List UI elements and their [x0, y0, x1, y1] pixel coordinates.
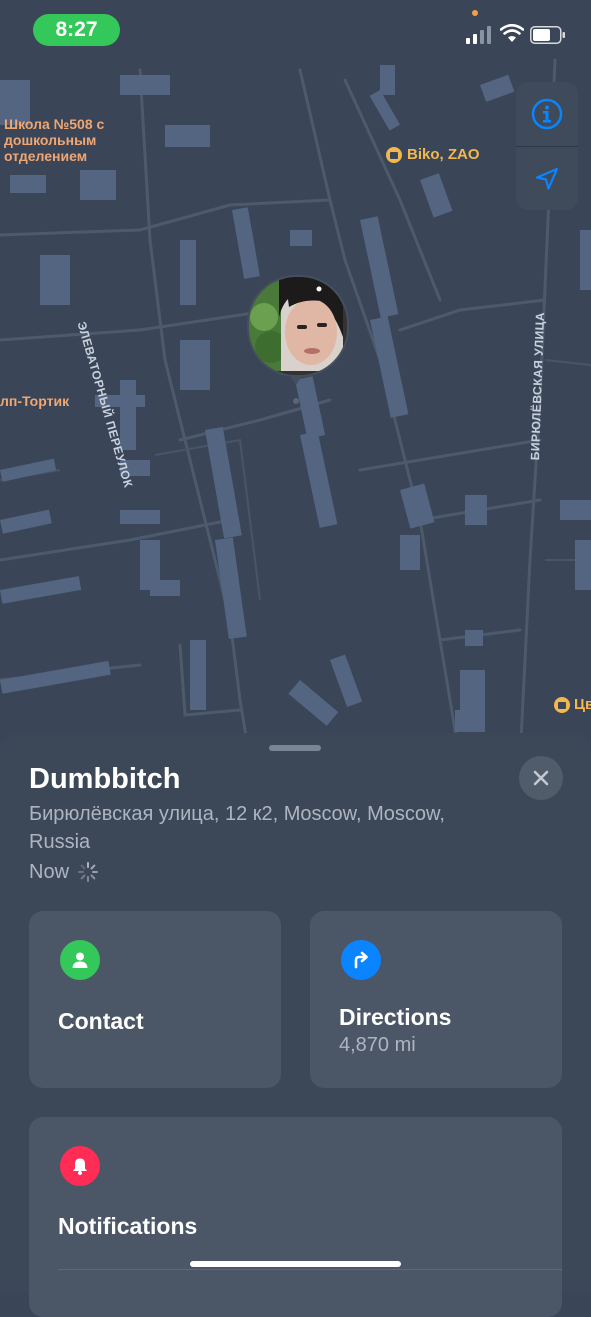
notifications-card[interactable]: Notifications [29, 1117, 562, 1317]
directions-icon-badge [341, 940, 381, 980]
sheet-grabber[interactable] [269, 745, 321, 751]
person-address: Бирюлёвская улица, 12 к2, Moscow, Moscow… [29, 803, 445, 853]
contact-label: Contact [58, 1008, 144, 1034]
bell-icon [73, 1158, 87, 1175]
home-indicator[interactable] [190, 1261, 401, 1267]
person-icon [72, 952, 88, 968]
location-arrow-icon [535, 167, 559, 190]
person-location-pin[interactable] [247, 275, 349, 385]
directions-distance: 4,870 mi [339, 1034, 416, 1056]
privacy-indicator-dot [472, 10, 478, 16]
close-icon [533, 770, 549, 786]
poi-right[interactable]: Цв [554, 697, 591, 713]
status-bar: 8:27 [0, 0, 591, 62]
notifications-label: Notifications [58, 1213, 198, 1239]
map-info-button[interactable] [516, 82, 578, 145]
poi-right-label: Цв [574, 696, 591, 713]
notifications-divider [58, 1269, 562, 1270]
directions-label: Directions [339, 1004, 452, 1030]
wifi-icon [500, 24, 524, 42]
last-updated-label: Now [29, 861, 70, 883]
poi-biko[interactable]: Biko, ZAO [386, 147, 480, 163]
location-accuracy-dot [293, 398, 299, 404]
poi-biko-label: Biko, ZAO [407, 146, 480, 163]
avatar [247, 275, 349, 377]
last-updated: Now [29, 858, 99, 886]
directions-card[interactable]: Directions 4,870 mi [310, 911, 562, 1088]
close-button[interactable] [519, 756, 563, 800]
poi-tortik-label[interactable]: лп-Тортик [0, 393, 69, 409]
poi-school-label[interactable]: Школа №508 с дошкольным отделением [4, 116, 134, 164]
info-icon [531, 98, 563, 129]
turn-right-arrow-icon [354, 951, 368, 969]
status-time[interactable]: 8:27 [33, 14, 120, 46]
track-location-button[interactable] [516, 147, 578, 210]
contact-card[interactable]: Contact [29, 911, 281, 1088]
shop-icon [554, 697, 570, 713]
shop-icon [386, 147, 402, 163]
notifications-icon-badge [60, 1146, 100, 1186]
person-detail-sheet: Dumbbitch Бирюлёвская улица, 12 к2, Mosc… [0, 733, 591, 1317]
map-controls [516, 82, 578, 210]
cellular-signal-icon [466, 26, 491, 44]
contact-icon-badge [60, 940, 100, 980]
loading-spinner-icon [78, 862, 99, 882]
person-name: Dumbbitch [29, 763, 181, 795]
battery-icon [530, 26, 565, 44]
